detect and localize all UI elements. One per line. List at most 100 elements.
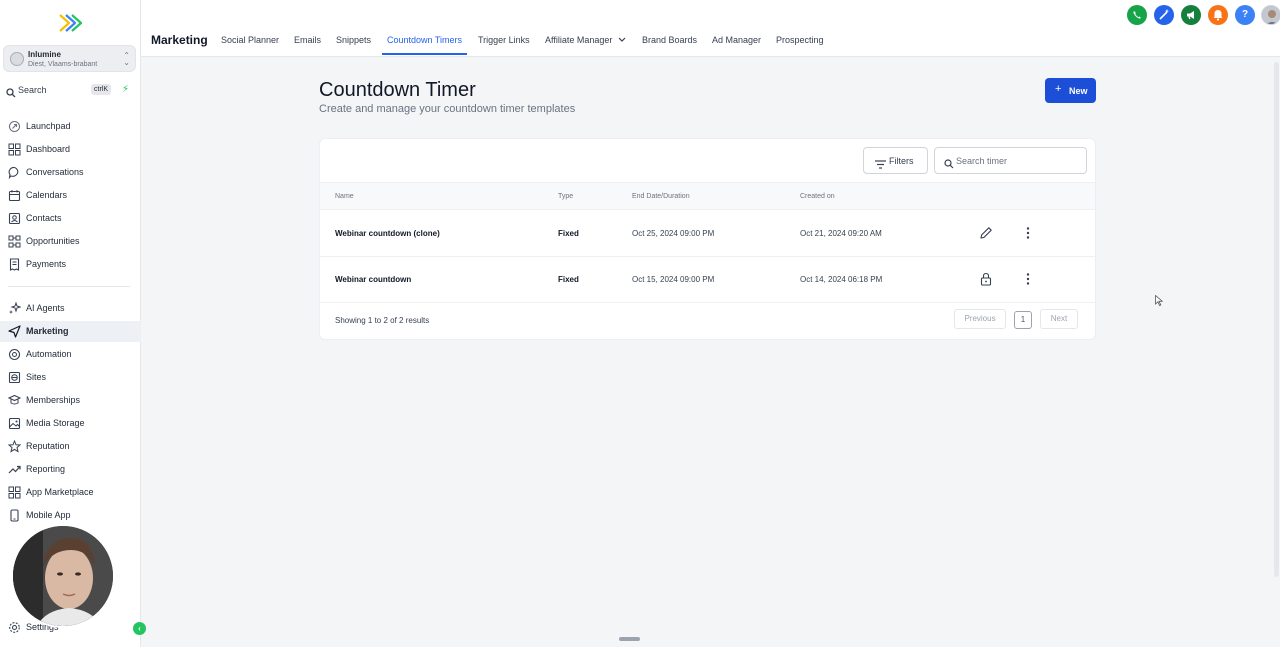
lock-icon[interactable] (979, 272, 993, 286)
table-row[interactable]: Webinar countdown (clone) Fixed Oct 25, … (320, 211, 1095, 257)
tab-affiliate-manager[interactable]: Affiliate Manager (545, 35, 626, 55)
plus-icon: + (1055, 83, 1062, 95)
sidebar-item-automation[interactable]: Automation (0, 344, 141, 365)
tab-trigger-links[interactable]: Trigger Links (478, 35, 530, 55)
sidebar-item-label: Reporting (26, 464, 66, 474)
sidebar-item-ai-agents[interactable]: AI Agents (0, 298, 141, 319)
sidebar-item-app-marketplace[interactable]: App Marketplace (0, 482, 141, 503)
logo-icon[interactable] (58, 12, 83, 34)
user-avatar[interactable] (1261, 5, 1280, 25)
sidebar-item-dashboard[interactable]: Dashboard (0, 139, 141, 160)
star-icon (7, 439, 22, 453)
sidebar-item-label: Contacts (26, 213, 62, 223)
grid-icon (8, 143, 21, 156)
pipeline-icon (8, 235, 21, 248)
tab-countdown-timers[interactable]: Countdown Timers (381, 35, 468, 55)
previous-page-button[interactable]: Previous (954, 309, 1006, 329)
sidebar-item-memberships[interactable]: Memberships (0, 390, 141, 411)
sparkle-icon (8, 301, 22, 315)
sidebar-item-label: AI Agents (26, 303, 65, 313)
search-icon (944, 156, 954, 174)
chat-icon (8, 166, 21, 180)
bell-icon[interactable] (1208, 5, 1228, 25)
search-icon (6, 85, 16, 103)
tab-prospecting[interactable]: Prospecting (776, 35, 824, 55)
image-icon (8, 417, 21, 430)
account-switcher[interactable]: Inlumine Diest, Vlaams-brabant ⌃ ⌄ (3, 45, 136, 72)
tab-brand-boards[interactable]: Brand Boards (642, 35, 697, 55)
sidebar-item-label: Dashboard (26, 144, 71, 154)
sidebar-item-marketing[interactable]: Marketing (0, 321, 141, 342)
phone-call-icon[interactable] (1127, 5, 1147, 25)
more-options-icon[interactable] (1021, 272, 1035, 286)
receipt-icon (8, 258, 21, 271)
sidebar-item-opportunities[interactable]: Opportunities (0, 231, 141, 252)
tab-emails[interactable]: Emails (294, 35, 321, 55)
search-timer-input[interactable] (956, 154, 1081, 168)
horizontal-scroll-handle[interactable] (619, 637, 640, 641)
new-timer-button[interactable]: + New (1045, 78, 1096, 103)
timer-name[interactable]: Webinar countdown (335, 275, 411, 284)
account-name: Inlumine (28, 50, 61, 59)
sidebar-item-reporting[interactable]: Reporting (0, 459, 141, 480)
column-header-end-date[interactable]: End Date/Duration (632, 193, 690, 200)
chevron-down-icon (618, 35, 626, 45)
timer-created-on: Oct 21, 2024 09:20 AM (800, 229, 882, 238)
globe-icon (8, 371, 21, 384)
sidebar-search[interactable]: Search ctrlK ⚡ (5, 84, 135, 98)
sidebar-item-calendars[interactable]: Calendars (0, 185, 141, 206)
column-header-type[interactable]: Type (558, 193, 573, 200)
column-header-name[interactable]: Name (335, 193, 354, 200)
trend-icon (8, 463, 21, 476)
filters-button[interactable]: Filters (863, 147, 928, 174)
main-content: Countdown Timer Create and manage your c… (141, 57, 1275, 647)
tab-ad-manager[interactable]: Ad Manager (712, 35, 761, 55)
sidebar-item-label: Payments (26, 259, 67, 269)
sidebar-item-label: Sites (26, 372, 47, 382)
sidebar-item-contacts[interactable]: Contacts (0, 208, 141, 229)
section-title: Marketing (151, 33, 208, 47)
tab-snippets[interactable]: Snippets (336, 35, 371, 55)
rocket-icon (8, 120, 21, 133)
column-header-created-on[interactable]: Created on (800, 193, 835, 200)
sidebar-item-payments[interactable]: Payments (0, 254, 141, 275)
sidebar-item-label: Reputation (26, 441, 70, 451)
sidebar-item-media-storage[interactable]: Media Storage (0, 413, 141, 434)
search-timer-box (934, 147, 1087, 174)
new-button-label: New (1069, 86, 1088, 96)
megaphone-icon[interactable] (1181, 5, 1201, 25)
help-icon[interactable]: ? (1235, 5, 1255, 25)
magic-wand-icon[interactable] (1154, 5, 1174, 25)
page-subtitle: Create and manage your countdown timer t… (319, 103, 576, 115)
pencil-icon[interactable] (979, 226, 993, 240)
mouse-cursor-icon (1155, 293, 1164, 311)
sidebar-item-launchpad[interactable]: Launchpad (0, 116, 141, 137)
table-row[interactable]: Webinar countdown Fixed Oct 15, 2024 09:… (320, 257, 1095, 303)
timers-table-card: Filters Name Type End Date/Duration Crea… (319, 138, 1096, 340)
sidebar-divider (8, 286, 130, 287)
chevron-updown-icon: ⌃ ⌄ (123, 51, 130, 67)
automation-icon (8, 348, 21, 361)
account-icon (10, 52, 24, 66)
next-page-button[interactable]: Next (1040, 309, 1078, 329)
bolt-icon[interactable]: ⚡ (122, 84, 129, 95)
timer-name[interactable]: Webinar countdown (clone) (335, 229, 440, 238)
sidebar-item-conversations[interactable]: Conversations (0, 162, 141, 183)
sidebar-item-mobile-app[interactable]: Mobile App (0, 505, 141, 526)
calendar-icon (8, 189, 21, 202)
contact-icon (8, 212, 21, 225)
timer-type: Fixed (558, 275, 579, 284)
timer-end-date: Oct 15, 2024 09:00 PM (632, 275, 715, 284)
tab-social-planner[interactable]: Social Planner (221, 35, 279, 55)
timer-type: Fixed (558, 229, 579, 238)
sidebar-item-sites[interactable]: Sites (0, 367, 141, 388)
vertical-scrollbar[interactable] (1274, 62, 1279, 577)
sidebar-item-label: Media Storage (26, 418, 85, 428)
filter-icon (875, 156, 886, 174)
timer-created-on: Oct 14, 2024 06:18 PM (800, 275, 883, 284)
more-options-icon[interactable] (1021, 226, 1035, 240)
sidebar-item-label: Launchpad (26, 121, 71, 131)
sidebar-item-reputation[interactable]: Reputation (0, 436, 141, 457)
page-number-button[interactable]: 1 (1014, 311, 1032, 329)
tab-label: Affiliate Manager (545, 35, 613, 45)
